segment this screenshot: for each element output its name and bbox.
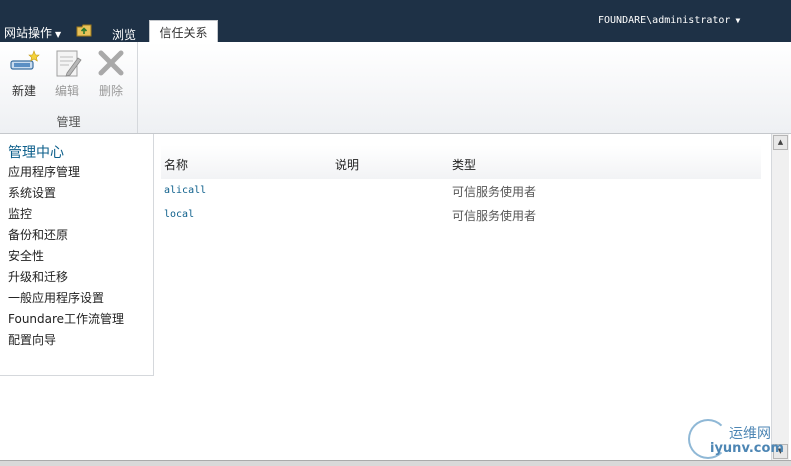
nav-item-monitoring[interactable]: 监控 — [8, 205, 32, 222]
horizontal-scrollbar[interactable] — [0, 460, 791, 466]
delete-icon — [98, 50, 124, 76]
nav-title-central-admin[interactable]: 管理中心 — [8, 142, 64, 162]
nav-item-general-settings[interactable]: 一般应用程序设置 — [8, 289, 104, 306]
column-header-type[interactable]: 类型 — [452, 156, 476, 173]
row-type: 可信服务使用者 — [452, 185, 537, 199]
ribbon-group-label: 管理 — [56, 115, 81, 129]
nav-item-security[interactable]: 安全性 — [8, 247, 44, 264]
edit-button[interactable]: 编辑 — [47, 48, 87, 99]
watermark-en-text: iyunv.com — [710, 441, 784, 456]
nav-item-system-settings[interactable]: 系统设置 — [8, 184, 56, 201]
scroll-up-arrow-icon[interactable]: ▲ — [773, 135, 788, 150]
column-header-description[interactable]: 说明 — [335, 156, 359, 173]
new-button[interactable]: 新建 — [4, 48, 44, 99]
row-name-link[interactable]: alicall — [164, 185, 206, 196]
edit-button-label: 编辑 — [54, 84, 79, 98]
ribbon: 新建 编辑 删除 管理 — [0, 42, 791, 134]
column-header-name[interactable]: 名称 — [164, 156, 188, 173]
vertical-scrollbar[interactable]: ▲ ▼ — [771, 134, 789, 460]
ribbon-group-manage: 新建 编辑 删除 管理 — [0, 42, 138, 133]
delete-button-label: 删除 — [98, 84, 123, 98]
new-button-label: 新建 — [11, 84, 36, 98]
watermark-logo: 运维网 iyunv.com — [688, 419, 788, 461]
site-actions-menu[interactable]: 网站操作 ▼ — [4, 24, 61, 41]
nav-item-workflow-management[interactable]: Foundare工作流管理 — [8, 310, 124, 327]
row-name-link[interactable]: local — [164, 209, 194, 220]
left-navigation: 管理中心 应用程序管理 系统设置 监控 备份和还原 安全性 升级和迁移 一般应用… — [0, 134, 154, 376]
new-icon — [10, 50, 40, 70]
watermark-cn-text: 运维网 — [729, 426, 771, 442]
edit-icon — [56, 50, 82, 77]
row-type: 可信服务使用者 — [452, 209, 537, 223]
chevron-down-icon: ▼ — [735, 16, 741, 25]
chevron-down-icon: ▼ — [55, 30, 62, 39]
user-name: FOUNDARE\administrator — [598, 15, 731, 26]
tab-trust-relationships[interactable]: 信任关系 — [149, 20, 218, 42]
delete-button[interactable]: 删除 — [91, 48, 131, 99]
nav-item-config-wizard[interactable]: 配置向导 — [8, 331, 56, 348]
user-menu[interactable]: FOUNDARE\administrator ▼ — [598, 15, 740, 26]
nav-item-backup-restore[interactable]: 备份和还原 — [8, 226, 68, 243]
nav-item-upgrade-migration[interactable]: 升级和迁移 — [8, 268, 68, 285]
top-bar: 网站操作 ▼ 浏览 信任关系 FOUNDARE\administrator ▼ — [0, 0, 791, 42]
trust-list: 名称 说明 类型 alicall 可信服务使用者 local 可信服务使用者 — [161, 145, 761, 227]
nav-item-app-management[interactable]: 应用程序管理 — [8, 163, 80, 180]
list-header: 名称 说明 类型 — [161, 145, 761, 179]
table-row[interactable]: alicall 可信服务使用者 — [161, 179, 761, 203]
table-row[interactable]: local 可信服务使用者 — [161, 203, 761, 227]
tab-browse[interactable]: 浏览 — [112, 26, 136, 43]
site-actions-label: 网站操作 — [4, 26, 53, 40]
navigate-up-folder-icon[interactable] — [76, 23, 92, 37]
